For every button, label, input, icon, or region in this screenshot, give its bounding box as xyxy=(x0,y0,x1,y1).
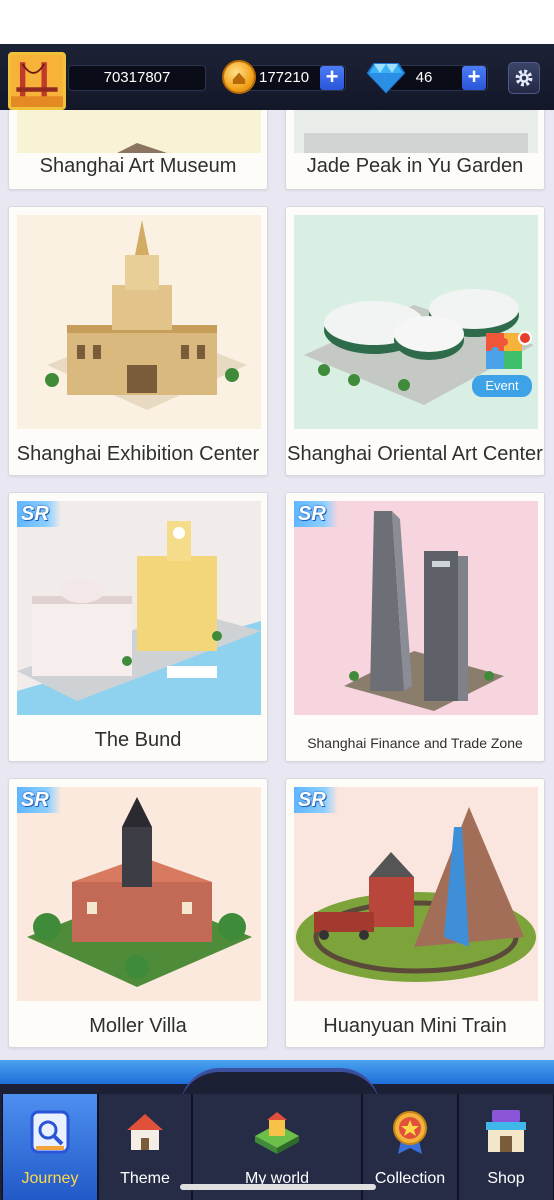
sr-rarity-badge: SR xyxy=(17,787,61,813)
sr-rarity-badge: SR xyxy=(294,501,338,527)
world-icon xyxy=(251,1106,303,1158)
tab-label: Shop xyxy=(487,1170,525,1187)
building-grid: Shanghai Art Museum Jade Peak in Yu Gard… xyxy=(0,110,554,1060)
building-card[interactable]: Jade Peak in Yu Garden xyxy=(285,110,545,190)
building-name: Shanghai Oriental Art Center xyxy=(287,443,543,465)
medal-icon xyxy=(384,1106,436,1158)
tab-journey[interactable]: Journey xyxy=(2,1094,98,1200)
sr-rarity-badge: SR xyxy=(294,787,338,813)
shop-icon xyxy=(480,1106,532,1158)
building-image xyxy=(17,110,261,153)
home-indicator[interactable] xyxy=(180,1184,376,1190)
building-image xyxy=(294,110,538,153)
building-name: Jade Peak in Yu Garden xyxy=(306,155,524,177)
building-card[interactable]: Shanghai Exhibition Center xyxy=(8,206,268,476)
bottom-nav: Journey Theme My world Collection Shop xyxy=(0,1068,554,1200)
tab-label: Theme xyxy=(120,1170,170,1187)
building-card[interactable]: Event Shanghai Oriental Art Center xyxy=(285,206,545,476)
tab-shop[interactable]: Shop xyxy=(458,1094,554,1200)
building-name: The Bund xyxy=(94,729,182,751)
building-image xyxy=(294,501,538,715)
notification-dot xyxy=(518,331,532,345)
building-name: Shanghai Finance and Trade Zone xyxy=(307,735,523,751)
bridge-avatar-icon xyxy=(11,55,63,107)
top-bar: 70317807 177210 + 46 + xyxy=(0,0,554,110)
building-card[interactable]: Shanghai Art Museum xyxy=(8,110,268,190)
building-image xyxy=(17,501,261,715)
building-image xyxy=(294,787,538,1001)
house-icon xyxy=(119,1106,171,1158)
event-badge: Event xyxy=(472,329,534,409)
tab-theme[interactable]: Theme xyxy=(98,1094,192,1200)
building-card[interactable]: SR Huanyuan Mini Train xyxy=(285,778,545,1048)
building-name: Shanghai Art Museum xyxy=(39,155,237,177)
sr-rarity-badge: SR xyxy=(17,501,61,527)
player-avatar[interactable] xyxy=(8,52,66,110)
gear-icon xyxy=(515,69,533,87)
building-image xyxy=(17,215,261,429)
add-coins-button[interactable]: + xyxy=(320,66,344,90)
building-image xyxy=(17,787,261,1001)
settings-button[interactable] xyxy=(508,62,540,94)
tab-collection[interactable]: Collection xyxy=(362,1094,458,1200)
building-card[interactable]: SR Shanghai Finance and Trade Zone xyxy=(285,492,545,762)
add-gems-button[interactable]: + xyxy=(462,66,486,90)
tab-label: Collection xyxy=(374,1170,446,1187)
building-name: Shanghai Exhibition Center xyxy=(16,443,260,465)
building-card[interactable]: SR The Bund xyxy=(8,492,268,762)
coin-icon xyxy=(222,60,256,94)
score-display: 70317807 xyxy=(68,65,206,91)
event-label: Event xyxy=(472,375,532,397)
status-bar xyxy=(0,0,554,44)
building-card[interactable]: SR Moller Villa xyxy=(8,778,268,1048)
building-name: Huanyuan Mini Train xyxy=(323,1015,507,1037)
gem-icon xyxy=(366,60,406,94)
journey-icon xyxy=(24,1106,76,1158)
building-name: Moller Villa xyxy=(89,1015,187,1037)
tab-label: Journey xyxy=(21,1170,79,1187)
